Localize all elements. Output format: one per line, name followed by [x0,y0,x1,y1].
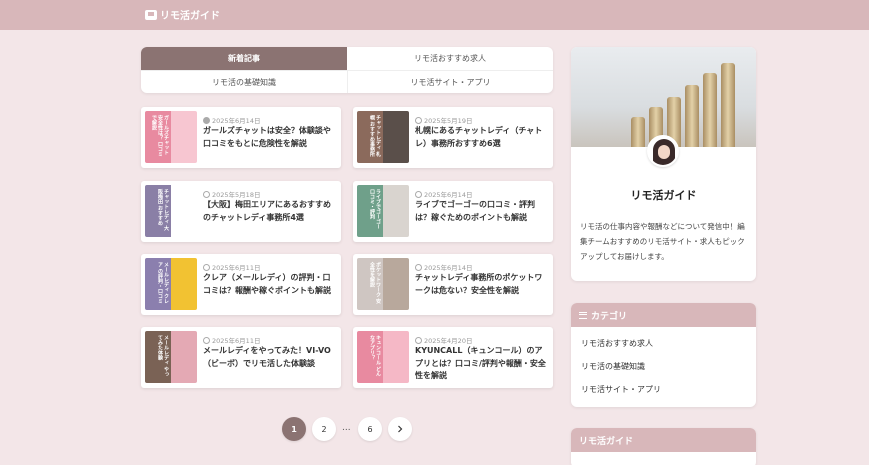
site-header: リモ活ガイド [0,0,869,30]
article-thumbnail[interactable]: ライブでゴーゴー 口コミ・評判 [357,185,409,237]
article-card[interactable]: キュンコール どんなアプリ？ 2025年4月20日 KYUNCALL（キュンコール）… [353,327,553,388]
article-title[interactable]: 【大阪】梅田エリアにあるおすすめのチャットレディ事務所4選 [203,199,337,224]
date-text: 2025年4月20日 [424,337,473,345]
refresh-icon [203,336,210,344]
avatar [647,135,679,167]
article-date: 2025年6月11日 [203,335,260,345]
thumbnail-caption: ポケットワーク 安全性を解説 [357,258,383,310]
refresh-icon [203,263,210,271]
article-card[interactable]: ライブでゴーゴー 口コミ・評判 2025年6月14日 ライブでゴーゴーの口コミ・評判… [353,181,553,242]
article-date: 2025年5月18日 [203,189,260,199]
thumbnail-caption: ガールズチャット 安全性は？ 口コミで解説 [145,111,171,163]
article-thumbnail[interactable]: メールレディ クレア の評判・口コミ [145,258,197,310]
category-widget: カテゴリ リモ活おすすめ求人 リモ活の基礎知識 リモ活サイト・アプリ [571,303,756,407]
thumbnail-caption: キュンコール どんなアプリ？ [357,331,383,383]
date-text: 2025年6月14日 [424,264,473,272]
article-date: 2025年6月14日 [415,189,472,199]
article-date: 2025年4月20日 [415,335,472,345]
refresh-icon [415,190,422,198]
article-thumbnail[interactable]: ガールズチャット 安全性は？ 口コミで解説 [145,111,197,163]
category-link-sites[interactable]: リモ活サイト・アプリ [581,384,661,395]
guide-widget: リモ活ガイド [571,428,756,465]
article-title[interactable]: ガールズチャットは安全？体験談や口コミをもとに危険性を解説 [203,125,337,150]
thumbnail-caption: チャットレディ 大阪梅田 おすすめ [145,185,171,237]
article-date: 2025年6月14日 [415,262,472,272]
site-logo[interactable]: リモ活ガイド [145,7,220,22]
profile-description: リモ活の仕事内容や報酬などについて発信中！編集チームおすすめのリモ活サイト・求人… [580,222,745,261]
thumbnail-caption: メールレディ クレア の評判・口コミ [145,258,171,310]
refresh-icon [415,263,422,271]
article-thumbnail[interactable]: チャットレディ 札幌 おすすめ事務所 [357,111,409,163]
article-card[interactable]: チャットレディ 大阪梅田 おすすめ 2025年5月18日 【大阪】梅田エリアにあるお… [141,181,341,242]
refresh-icon [415,116,422,124]
profile-widget: リモ活ガイド リモ活の仕事内容や報酬などについて発信中！編集チームおすすめのリモ… [571,47,756,281]
next-page-button[interactable] [388,417,412,441]
article-thumbnail[interactable]: キュンコール どんなアプリ？ [357,331,409,383]
thumbnail-photo [383,185,409,237]
date-text: 2025年6月14日 [424,191,473,199]
article-card[interactable]: チャットレディ 札幌 おすすめ事務所 2025年5月19日 札幌にあるチャットレディ… [353,107,553,168]
thumbnail-photo [383,331,409,383]
list-icon [579,311,587,319]
date-text: 2025年5月18日 [212,191,261,199]
article-card[interactable]: ガールズチャット 安全性は？ 口コミで解説 2025年6月14日 ガールズチャットは… [141,107,341,168]
article-tabs: 新着記事 リモ活おすすめ求人 リモ活の基礎知識 リモ活サイト・アプリ [141,47,553,93]
refresh-icon [415,336,422,344]
thumbnail-caption: ライブでゴーゴー 口コミ・評判 [357,185,383,237]
coins-hero-image [571,47,756,147]
article-title[interactable]: メールレディをやってみた！VI-VO（ビーボ）でリモ活した体験談 [203,345,337,370]
category-link-basics[interactable]: リモ活の基礎知識 [581,361,645,372]
category-link-jobs[interactable]: リモ活おすすめ求人 [581,338,653,349]
article-date: 2025年6月14日 [203,115,260,125]
article-card[interactable]: ポケットワーク 安全性を解説 2025年6月14日 チャットレディ事務所のポケットワ… [353,254,553,315]
thumbnail-photo [171,111,197,163]
article-thumbnail[interactable]: メールレディ やってみた体験 [145,331,197,383]
article-date: 2025年5月19日 [415,115,472,125]
thumbnail-photo [171,185,197,237]
thumbnail-caption: チャットレディ 札幌 おすすめ事務所 [357,111,383,163]
guide-title: リモ活ガイド [579,436,634,447]
date-text: 2025年6月14日 [212,117,261,125]
thumbnail-photo [383,111,409,163]
article-title[interactable]: ライブでゴーゴーの口コミ・評判は？稼ぐためのポイントも解説 [415,199,549,224]
thumbnail-caption: メールレディ やってみた体験 [145,331,171,383]
category-header: カテゴリ [571,303,756,327]
article-thumbnail[interactable]: チャットレディ 大阪梅田 おすすめ [145,185,197,237]
date-text: 2025年5月19日 [424,117,473,125]
article-card[interactable]: メールレディ クレア の評判・口コミ 2025年6月11日 クレア（メールレディ）の… [141,254,341,315]
article-title[interactable]: クレア（メールレディ）の評判・口コミは？報酬や稼ぐポイントも解説 [203,272,337,297]
tab-new-articles[interactable]: 新着記事 [141,47,347,70]
clock-icon [203,116,210,124]
guide-header: リモ活ガイド [571,428,756,452]
chevron-right-icon [398,425,403,433]
article-title[interactable]: 札幌にあるチャットレディ（チャトレ）事務所おすすめ6選 [415,125,549,150]
pagination-ellipsis: ... [342,423,351,433]
site-logo-text: リモ活ガイド [160,11,220,22]
thumbnail-photo [383,258,409,310]
category-title: カテゴリ [591,311,628,322]
date-text: 2025年6月11日 [212,337,261,345]
page-2-button[interactable]: 2 [312,417,336,441]
tab-recommended-jobs[interactable]: リモ活おすすめ求人 [347,47,553,70]
thumbnail-photo [171,331,197,383]
book-icon [145,9,157,20]
tab-basics[interactable]: リモ活の基礎知識 [141,70,347,93]
article-card[interactable]: メールレディ やってみた体験 2025年6月11日 メールレディをやってみた！VI-… [141,327,341,388]
article-date: 2025年6月11日 [203,262,260,272]
refresh-icon [203,190,210,198]
page-6-button[interactable]: 6 [358,417,382,441]
article-title[interactable]: チャットレディ事務所のポケットワークは危ない？安全性を解説 [415,272,549,297]
thumbnail-photo [171,258,197,310]
article-thumbnail[interactable]: ポケットワーク 安全性を解説 [357,258,409,310]
article-title[interactable]: KYUNCALL（キュンコール）のアプリとは？口コミ/評判や報酬・安全性を解説 [415,345,549,383]
date-text: 2025年6月11日 [212,264,261,272]
page-1-button[interactable]: 1 [282,417,306,441]
tab-sites-apps[interactable]: リモ活サイト・アプリ [347,70,553,93]
profile-name: リモ活ガイド [630,189,697,202]
